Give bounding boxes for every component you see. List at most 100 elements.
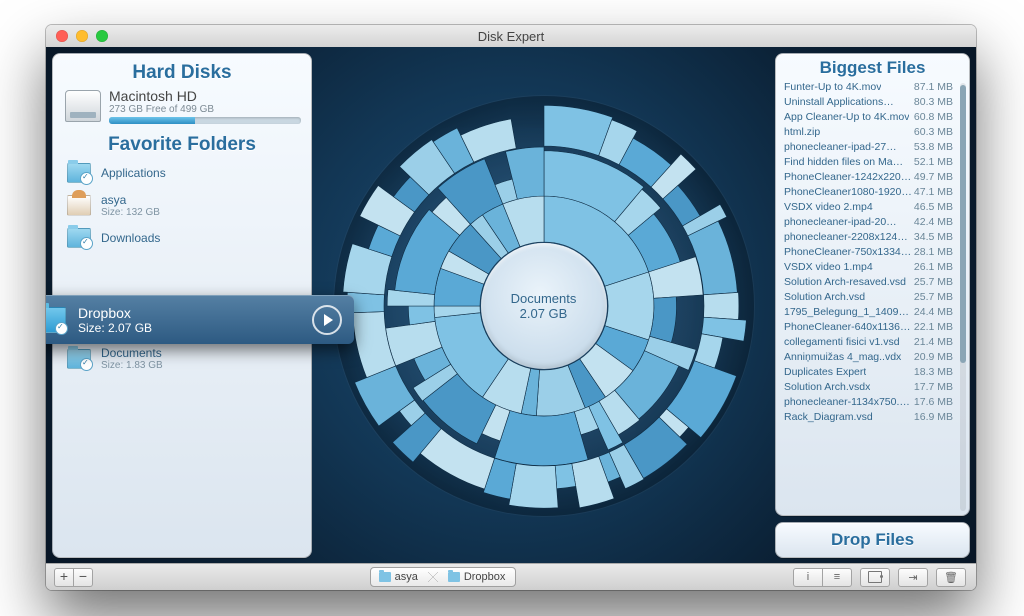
folder-name: Downloads bbox=[101, 231, 160, 245]
export-button[interactable]: ⇥ bbox=[898, 568, 928, 587]
home-icon bbox=[67, 195, 91, 216]
folder-name: asya bbox=[101, 193, 160, 207]
biggest-file-row[interactable]: collegamenti fisici v1.vsd 21.4 MB bbox=[784, 334, 967, 349]
file-name: Rack_Diagram.vsd bbox=[784, 411, 873, 423]
folder-size: Size: 132 GB bbox=[101, 207, 160, 218]
file-size: 28.1 MB bbox=[914, 246, 953, 258]
favorite-folders-heading: Favorite Folders bbox=[53, 134, 311, 156]
sunburst-disc[interactable]: Documents 2.07 GB bbox=[334, 96, 754, 516]
file-name: VSDX video 1.mp4 bbox=[784, 261, 873, 273]
selected-size: Size: 2.07 GB bbox=[78, 321, 152, 335]
biggest-file-row[interactable]: PhoneCleaner1080-1920.mov47.1 MB bbox=[784, 184, 967, 199]
file-name: App Cleaner-Up to 4K.mov bbox=[784, 111, 909, 123]
sunburst-segment[interactable] bbox=[408, 306, 435, 325]
biggest-file-row[interactable]: 1795_Belegung_1_140926.vsd24.4 MB bbox=[784, 304, 967, 319]
file-name: PhoneCleaner1080-1920.mov bbox=[784, 186, 912, 198]
check-icon bbox=[55, 322, 68, 335]
core-size: 2.07 GB bbox=[520, 306, 568, 321]
breadcrumb[interactable]: asya Dropbox bbox=[370, 567, 517, 587]
scrollbar[interactable] bbox=[960, 83, 966, 511]
check-icon bbox=[80, 358, 93, 371]
biggest-file-row[interactable]: VSDX video 1.mp4 26.1 MB bbox=[784, 259, 967, 274]
biggest-files-panel: Biggest Files Funter-Up to 4K.mov87.1 MB… bbox=[775, 53, 970, 516]
sunburst-segment[interactable] bbox=[508, 463, 557, 508]
selected-folder-pill[interactable]: Dropbox Size: 2.07 GB bbox=[46, 295, 354, 344]
biggest-file-row[interactable]: phonecleaner-2208x1242.psd34.5 MB bbox=[784, 229, 967, 244]
drop-files-panel[interactable]: Drop Files bbox=[775, 522, 970, 558]
sunburst-segment[interactable] bbox=[494, 410, 587, 465]
file-name: 1795_Belegung_1_140926.vsd bbox=[784, 306, 912, 318]
biggest-file-row[interactable]: Rack_Diagram.vsd16.9 MB bbox=[784, 409, 967, 424]
file-name: phonecleaner-ipad-20… bbox=[784, 216, 897, 228]
file-size: 20.9 MB bbox=[914, 351, 953, 363]
disk-name: Macintosh HD bbox=[109, 88, 301, 104]
folder-name: Documents bbox=[101, 346, 163, 360]
biggest-file-row[interactable]: PhoneCleaner-640x1136.mov22.1 MB bbox=[784, 319, 967, 334]
folder-name: Applications bbox=[101, 166, 166, 180]
biggest-file-row[interactable]: VSDX video 2.mp4 46.5 MB bbox=[784, 199, 967, 214]
folder-icon bbox=[379, 572, 391, 582]
sunburst-segment[interactable] bbox=[555, 463, 576, 488]
remove-button[interactable]: − bbox=[74, 568, 93, 587]
file-size: 21.4 MB bbox=[914, 336, 953, 348]
file-size: 17.7 MB bbox=[914, 381, 953, 393]
sunburst-core[interactable]: Documents 2.07 GB bbox=[481, 243, 607, 369]
biggest-file-row[interactable]: PhoneCleaner-1242x2208.mov49.7 MB bbox=[784, 169, 967, 184]
favorite-folder-item[interactable]: Applications bbox=[63, 158, 301, 188]
biggest-file-row[interactable]: phonecleaner-ipad-20… 42.4 MB bbox=[784, 214, 967, 229]
recent-folder-item[interactable]: DocumentsSize: 1.83 GB bbox=[63, 341, 301, 376]
favorite-folder-item[interactable]: Downloads bbox=[63, 223, 301, 253]
titlebar: Disk Expert bbox=[46, 25, 976, 48]
biggest-file-row[interactable]: phonecleaner-ipad-27…53.8 MB bbox=[784, 139, 967, 154]
file-name: PhoneCleaner-640x1136.mov bbox=[784, 321, 912, 333]
file-size: 17.6 MB bbox=[914, 396, 953, 408]
rescan-button[interactable] bbox=[860, 568, 890, 587]
check-icon bbox=[80, 172, 93, 185]
file-name: phonecleaner-2208x1242.psd bbox=[784, 231, 912, 243]
file-name: phonecleaner-1134x750.psd bbox=[784, 396, 912, 408]
biggest-file-row[interactable]: PhoneCleaner-750x1334.mov28.1 MB bbox=[784, 244, 967, 259]
file-name: phonecleaner-ipad-27… bbox=[784, 141, 897, 153]
disk-usage-bar bbox=[109, 117, 301, 124]
hard-disks-heading: Hard Disks bbox=[53, 62, 311, 84]
folder-icon bbox=[67, 228, 91, 248]
file-name: Solution Arch.vsdx bbox=[784, 381, 870, 393]
info-button[interactable]: i bbox=[793, 568, 823, 587]
file-size: 46.5 MB bbox=[914, 201, 953, 213]
file-name: Duplicates Expert bbox=[784, 366, 866, 378]
favorite-folder-item[interactable]: asyaSize: 132 GB bbox=[63, 188, 301, 223]
file-size: 26.1 MB bbox=[914, 261, 953, 273]
sunburst-segment[interactable] bbox=[649, 296, 676, 342]
add-button[interactable]: + bbox=[54, 568, 74, 587]
biggest-file-row[interactable]: Solution Arch-resaved.vsd25.7 MB bbox=[784, 274, 967, 289]
folder-size: Size: 1.83 GB bbox=[101, 360, 163, 371]
window-title: Disk Expert bbox=[46, 29, 976, 44]
trash-button[interactable]: 🗑 bbox=[936, 568, 966, 587]
biggest-files-heading: Biggest Files bbox=[776, 58, 969, 78]
scan-button[interactable] bbox=[312, 305, 342, 335]
file-size: 42.4 MB bbox=[914, 216, 953, 228]
folder-icon bbox=[46, 307, 66, 333]
sunburst-segment[interactable] bbox=[703, 292, 738, 319]
biggest-file-row[interactable]: Duplicates Expert18.3 MB bbox=[784, 364, 967, 379]
file-size: 25.7 MB bbox=[914, 276, 953, 288]
list-button[interactable]: ≡ bbox=[823, 568, 852, 587]
biggest-file-row[interactable]: Find hidden files on Ma…52.1 MB bbox=[784, 154, 967, 169]
file-name: VSDX video 2.mp4 bbox=[784, 201, 873, 213]
file-size: 49.7 MB bbox=[914, 171, 953, 183]
hdd-icon bbox=[65, 90, 101, 122]
biggest-file-row[interactable]: phonecleaner-1134x750.psd17.6 MB bbox=[784, 394, 967, 409]
disk-row[interactable]: Macintosh HD 273 GB Free of 499 GB bbox=[53, 86, 311, 130]
file-name: collegamenti fisici v1.vsd bbox=[784, 336, 900, 348]
file-size: 80.3 MB bbox=[914, 96, 953, 108]
folder-icon bbox=[448, 572, 460, 582]
biggest-file-row[interactable]: Funter-Up to 4K.mov87.1 MB bbox=[784, 79, 967, 94]
biggest-file-row[interactable]: Solution Arch.vsdx 17.7 MB bbox=[784, 379, 967, 394]
biggest-file-row[interactable]: Uninstall Applications…80.3 MB bbox=[784, 94, 967, 109]
biggest-file-row[interactable]: Solution Arch.vsd25.7 MB bbox=[784, 289, 967, 304]
biggest-file-row[interactable]: html.zip60.3 MB bbox=[784, 124, 967, 139]
file-name: html.zip bbox=[784, 126, 820, 138]
biggest-file-row[interactable]: App Cleaner-Up to 4K.mov 60.8 MB bbox=[784, 109, 967, 124]
biggest-file-row[interactable]: Anniņmuižas 4_mag..vdx20.9 MB bbox=[784, 349, 967, 364]
file-size: 60.8 MB bbox=[914, 111, 953, 123]
